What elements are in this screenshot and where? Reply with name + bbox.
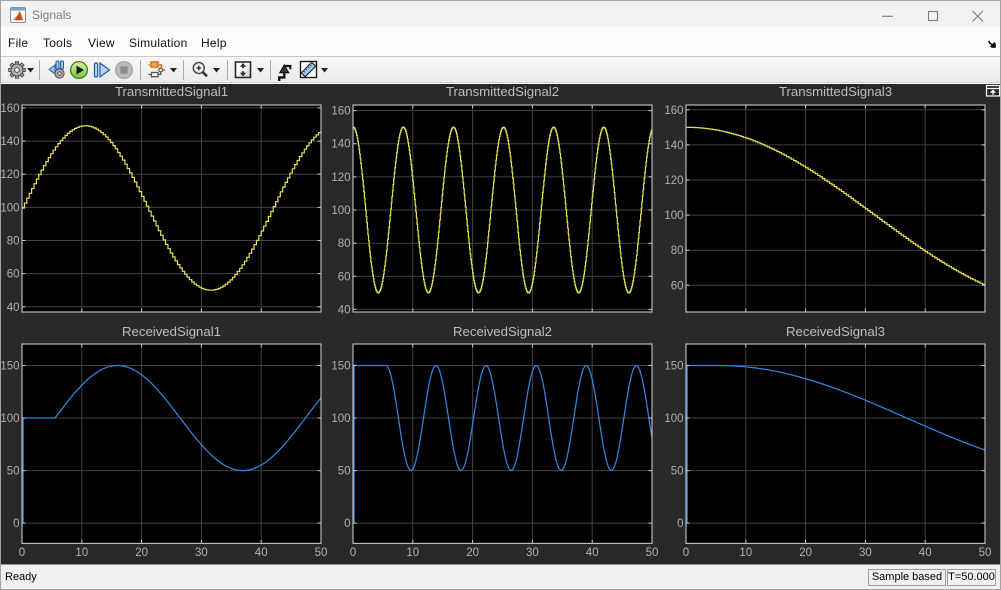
svg-text:100: 100 (0, 202, 19, 214)
svg-text:10: 10 (75, 547, 88, 559)
svg-text:TransmittedSignal2: TransmittedSignal2 (446, 84, 559, 99)
svg-text:120: 120 (0, 169, 19, 181)
svg-text:100: 100 (664, 210, 683, 222)
svg-text:120: 120 (664, 175, 683, 187)
svg-text:140: 140 (664, 140, 683, 152)
svg-text:ReceivedSignal2: ReceivedSignal2 (453, 324, 552, 339)
svg-text:20: 20 (466, 547, 479, 559)
svg-text:100: 100 (331, 413, 350, 425)
svg-text:50: 50 (646, 547, 659, 559)
svg-text:100: 100 (0, 413, 19, 425)
svg-text:50: 50 (315, 547, 328, 559)
svg-text:20: 20 (135, 547, 148, 559)
svg-text:140: 140 (331, 139, 350, 151)
svg-text:TransmittedSignal3: TransmittedSignal3 (779, 84, 892, 99)
svg-text:50: 50 (671, 466, 684, 478)
svg-text:50: 50 (7, 466, 20, 478)
svg-text:0: 0 (350, 547, 356, 559)
svg-text:0: 0 (677, 518, 683, 530)
svg-text:80: 80 (671, 245, 684, 257)
svg-text:30: 30 (859, 547, 872, 559)
svg-text:160: 160 (331, 106, 350, 118)
svg-text:10: 10 (406, 547, 419, 559)
svg-text:0: 0 (344, 518, 350, 530)
svg-text:50: 50 (979, 547, 992, 559)
svg-text:160: 160 (0, 103, 19, 115)
svg-text:10: 10 (739, 547, 752, 559)
svg-text:60: 60 (671, 280, 684, 292)
svg-text:100: 100 (331, 205, 350, 217)
svg-text:120: 120 (331, 172, 350, 184)
svg-text:30: 30 (195, 547, 208, 559)
svg-text:0: 0 (19, 547, 25, 559)
svg-text:20: 20 (799, 547, 812, 559)
svg-text:ReceivedSignal1: ReceivedSignal1 (122, 324, 221, 339)
svg-text:140: 140 (0, 136, 19, 148)
svg-text:30: 30 (526, 547, 539, 559)
svg-text:100: 100 (664, 413, 683, 425)
svg-text:60: 60 (338, 271, 351, 283)
svg-text:40: 40 (586, 547, 599, 559)
svg-text:80: 80 (7, 236, 20, 248)
svg-text:40: 40 (338, 304, 351, 316)
svg-text:40: 40 (255, 547, 268, 559)
svg-text:TransmittedSignal1: TransmittedSignal1 (115, 84, 228, 99)
svg-text:0: 0 (683, 547, 689, 559)
svg-text:150: 150 (664, 361, 683, 373)
svg-text:160: 160 (664, 105, 683, 117)
svg-text:80: 80 (338, 238, 351, 250)
svg-text:0: 0 (13, 518, 19, 530)
svg-text:ReceivedSignal3: ReceivedSignal3 (786, 324, 885, 339)
svg-text:150: 150 (0, 361, 19, 373)
svg-text:150: 150 (331, 361, 350, 373)
svg-text:60: 60 (7, 269, 20, 281)
svg-text:50: 50 (338, 466, 351, 478)
svg-text:40: 40 (919, 547, 932, 559)
svg-text:40: 40 (7, 302, 20, 314)
